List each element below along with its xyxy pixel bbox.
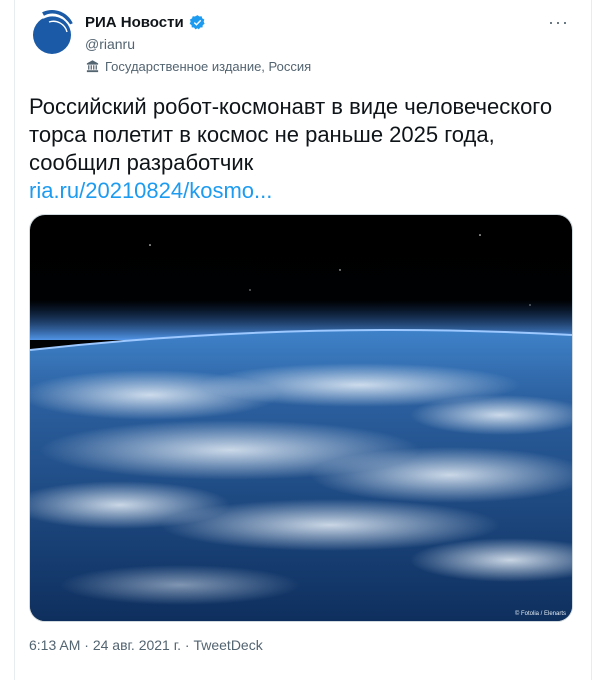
- author-name-row[interactable]: РИА Новости: [85, 14, 206, 31]
- tweet-card: РИА Новости @rianru Государственное изда…: [14, 0, 592, 680]
- meta-separator: ·: [80, 637, 93, 653]
- ria-logo-icon: [29, 10, 75, 56]
- avatar[interactable]: [29, 10, 75, 56]
- verified-badge-icon: [189, 15, 205, 30]
- image-credit: © Fotolia / Elenarts: [514, 611, 566, 617]
- tweet-time[interactable]: 6:13 AM: [29, 637, 80, 653]
- more-options-icon[interactable]: ···: [548, 12, 569, 33]
- tweet-meta: 6:13 AM · 24 авг. 2021 г. · TweetDeck: [29, 637, 263, 653]
- author-handle[interactable]: @rianru: [85, 36, 135, 52]
- state-media-icon: [86, 60, 99, 73]
- earth-from-space-image: [30, 215, 572, 621]
- tweet-text: Российский робот-космонавт в виде челове…: [29, 93, 579, 205]
- state-media-label[interactable]: Государственное издание, Россия: [85, 59, 311, 74]
- meta-separator: ·: [181, 637, 194, 653]
- tweet-media[interactable]: © Fotolia / Elenarts: [29, 214, 573, 622]
- state-media-label-text: Государственное издание, Россия: [105, 59, 312, 74]
- tweet-body: Российский робот-космонавт в виде челове…: [29, 94, 553, 175]
- tweet-date[interactable]: 24 авг. 2021 г.: [93, 637, 181, 653]
- tweet-link[interactable]: ria.ru/20210824/kosmo...: [29, 177, 579, 205]
- tweet-source[interactable]: TweetDeck: [193, 637, 262, 653]
- author-display-name[interactable]: РИА Новости: [85, 14, 184, 31]
